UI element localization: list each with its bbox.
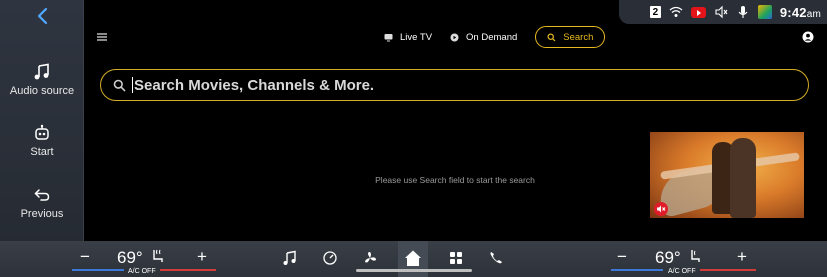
heated-seat-icon[interactable] bbox=[150, 248, 166, 264]
empty-state-hint: Please use Search field to start the sea… bbox=[375, 175, 535, 185]
apps-grid-icon[interactable] bbox=[448, 250, 464, 266]
cool-indicator bbox=[611, 269, 663, 271]
microphone-icon[interactable] bbox=[736, 5, 750, 19]
left-temp-increase-button[interactable]: + bbox=[197, 247, 207, 267]
climate-dock: − 69° + A/C OFF − 69° + A/C OFF bbox=[0, 241, 827, 277]
left-ac-status: A/C OFF bbox=[128, 268, 156, 275]
navigation-compass-icon[interactable] bbox=[322, 250, 338, 266]
rail-item-previous[interactable]: Previous bbox=[0, 186, 84, 220]
account-icon[interactable] bbox=[802, 31, 814, 43]
tab-label: Live TV bbox=[400, 31, 433, 43]
search-icon bbox=[547, 33, 556, 41]
rail-item-label: Audio source bbox=[9, 85, 75, 97]
left-temp-decrease-button[interactable]: − bbox=[80, 247, 90, 267]
back-chevron-icon[interactable] bbox=[34, 6, 52, 26]
music-note-icon[interactable] bbox=[282, 250, 298, 266]
heat-indicator bbox=[700, 269, 756, 271]
video-frame-figure bbox=[730, 138, 756, 218]
right-temperature: 69° bbox=[655, 248, 681, 267]
tab-label: Search bbox=[563, 31, 594, 43]
right-temp-decrease-button[interactable]: − bbox=[617, 247, 627, 267]
fan-icon[interactable] bbox=[362, 250, 378, 266]
status-bar: 2 9:42am bbox=[619, 0, 827, 24]
top-tabs: Live TV On Demand Search bbox=[384, 26, 606, 48]
hamburger-menu-icon[interactable] bbox=[97, 33, 107, 41]
seat-icon[interactable] bbox=[687, 248, 703, 264]
rail-item-start[interactable]: Start bbox=[0, 124, 84, 158]
tab-label: On Demand bbox=[466, 31, 518, 43]
tv-icon bbox=[384, 33, 393, 41]
search-icon bbox=[113, 79, 126, 91]
rail-item-audio-source[interactable]: Audio source bbox=[0, 63, 84, 97]
tab-live-tv[interactable]: Live TV bbox=[384, 26, 432, 48]
play-circle-icon bbox=[450, 33, 459, 41]
volume-mute-icon[interactable] bbox=[714, 5, 728, 19]
heat-indicator bbox=[160, 269, 216, 271]
search-placeholder: Search Movies, Channels & More. bbox=[134, 76, 375, 94]
wifi-hotspot-icon[interactable] bbox=[669, 5, 683, 19]
home-indicator-bar bbox=[356, 269, 472, 272]
left-temperature: 69° bbox=[117, 248, 143, 267]
rail-item-label: Previous bbox=[20, 208, 64, 220]
search-field[interactable]: Search Movies, Channels & More. bbox=[100, 69, 809, 101]
cool-indicator bbox=[72, 269, 124, 271]
phone-icon[interactable] bbox=[488, 250, 504, 266]
left-rail: Audio source Start Previous bbox=[0, 0, 84, 241]
rail-item-label: Start bbox=[30, 146, 54, 158]
music-note-icon bbox=[34, 63, 49, 80]
return-arrow-icon bbox=[34, 189, 50, 201]
clock: 9:42am bbox=[779, 4, 821, 20]
video-preview[interactable] bbox=[650, 132, 804, 218]
tab-search[interactable]: Search bbox=[535, 26, 606, 48]
muted-icon[interactable] bbox=[654, 202, 668, 216]
home-icon[interactable] bbox=[404, 249, 422, 267]
right-ac-status: A/C OFF bbox=[668, 268, 696, 275]
youtube-icon[interactable] bbox=[690, 6, 706, 18]
tab-on-demand[interactable]: On Demand bbox=[450, 26, 517, 48]
text-cursor bbox=[132, 77, 133, 93]
app-thumbnail-icon[interactable] bbox=[757, 5, 772, 19]
robot-icon bbox=[35, 124, 49, 140]
right-temp-increase-button[interactable]: + bbox=[737, 247, 747, 267]
notification-badge[interactable]: 2 bbox=[649, 6, 661, 18]
